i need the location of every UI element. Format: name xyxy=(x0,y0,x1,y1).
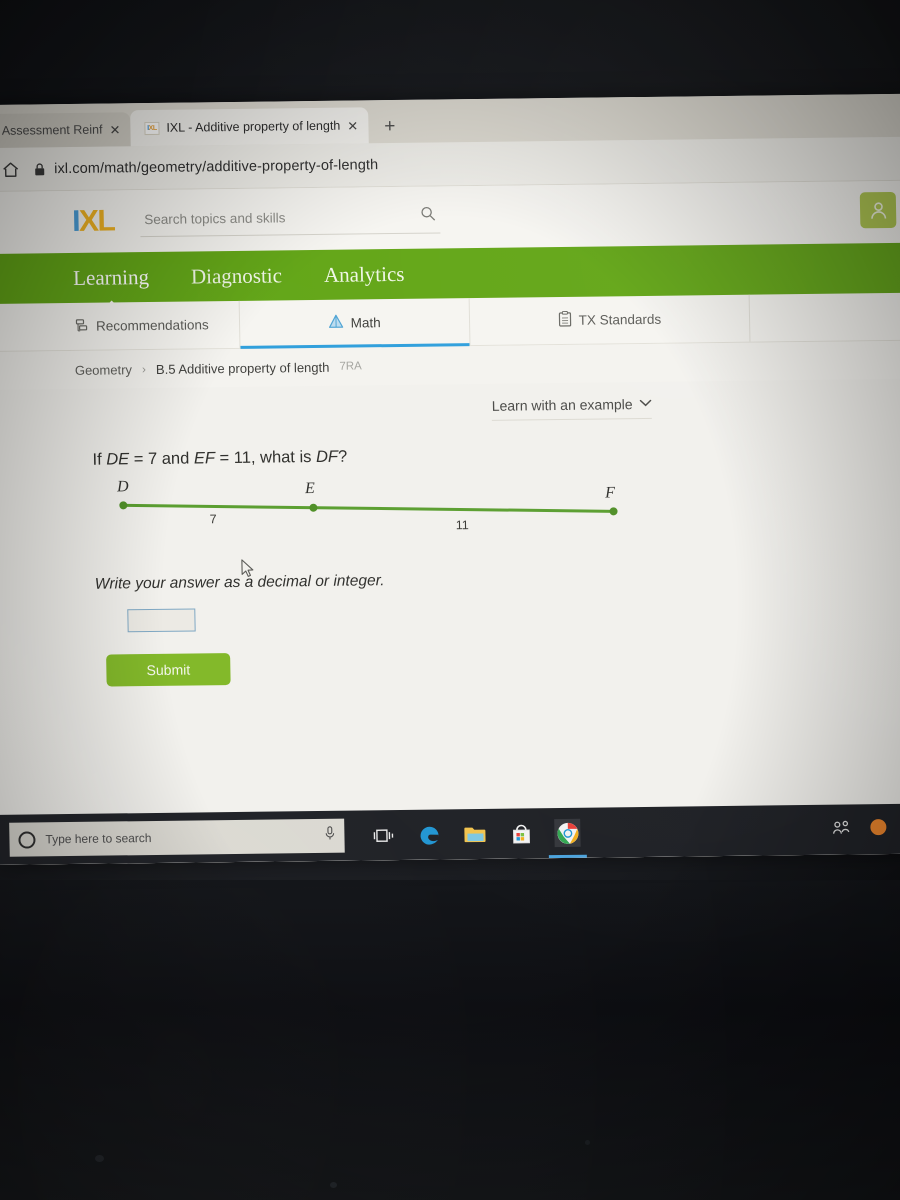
taskbar-pinned-icons xyxy=(370,818,581,850)
chevron-right-icon: › xyxy=(141,362,147,377)
edge-browser-icon[interactable] xyxy=(416,820,443,848)
tab-title: ks Assessment Reinf xyxy=(0,122,103,138)
photo-of-monitor: ks Assessment Reinf ✕ IXL IXL - Additive… xyxy=(0,0,900,1200)
subnav-label: Math xyxy=(350,315,381,331)
orange-status-icon[interactable] xyxy=(869,818,887,841)
point-e-dot xyxy=(309,503,318,512)
subnav-item-math[interactable]: Math xyxy=(239,298,471,348)
point-d-dot xyxy=(119,501,128,510)
desk-surface xyxy=(0,880,900,1200)
ixl-favicon-icon: I XL xyxy=(144,121,160,135)
windows-taskbar: Type here to search xyxy=(0,803,900,865)
search-icon[interactable] xyxy=(420,206,436,227)
lock-icon xyxy=(34,162,45,176)
question-prefix: If xyxy=(92,450,107,469)
address-bar[interactable]: ixl.com/math/geometry/additive-property-… xyxy=(34,157,378,177)
cortana-circle-icon xyxy=(18,830,36,849)
question-var-de: DE xyxy=(106,450,130,469)
ixl-logo[interactable]: IXL xyxy=(72,204,115,238)
address-bar-url: ixl.com/math/geometry/additive-property-… xyxy=(54,156,379,177)
chevron-down-icon xyxy=(639,398,652,410)
microphone-icon[interactable] xyxy=(324,826,335,846)
people-icon[interactable] xyxy=(831,819,851,840)
ixl-header: IXL Search topics and skills xyxy=(0,180,900,254)
browser-tab-active[interactable]: I XL IXL - Additive property of length ✕ xyxy=(130,107,369,147)
question-mid2: = 11, what is xyxy=(214,447,317,468)
answer-input[interactable] xyxy=(127,608,196,633)
breadcrumb-skill-code: 7RA xyxy=(339,360,362,373)
segment-length-ef: 11 xyxy=(456,518,469,532)
learn-with-example-toggle[interactable]: Learn with an example xyxy=(491,395,652,421)
point-f-dot xyxy=(609,507,618,516)
answer-instruction: Write your answer as a decimal or intege… xyxy=(94,572,385,593)
breadcrumb-skill: B.5 Additive property of length xyxy=(155,359,330,377)
subnav-label: Recommendations xyxy=(95,317,209,334)
question-var-df: DF xyxy=(315,447,339,466)
task-view-icon[interactable] xyxy=(370,821,397,849)
home-icon[interactable] xyxy=(1,160,20,178)
tab-close-icon[interactable]: ✕ xyxy=(109,122,120,137)
system-tray: S xyxy=(831,817,900,841)
clipboard-icon xyxy=(557,311,571,330)
taskbar-search-placeholder: Type here to search xyxy=(45,831,152,847)
nav-item-diagnostic[interactable]: Diagnostic xyxy=(191,263,282,289)
chrome-browser-icon[interactable] xyxy=(554,818,581,848)
microsoft-store-icon[interactable] xyxy=(508,819,535,847)
subnav-label: TX Standards xyxy=(578,311,662,328)
subnav-item-recommendations[interactable]: Recommendations xyxy=(0,300,241,351)
point-label-d: D xyxy=(116,478,129,495)
submit-button[interactable]: Submit xyxy=(106,653,231,687)
learn-with-example-label: Learn with an example xyxy=(491,396,633,414)
search-placeholder: Search topics and skills xyxy=(144,210,286,228)
file-explorer-icon[interactable] xyxy=(462,820,489,848)
subnav-item-tx-standards[interactable]: TX Standards xyxy=(469,294,751,346)
tab-close-icon[interactable]: ✕ xyxy=(347,118,358,133)
nav-item-learning[interactable]: Learning xyxy=(73,265,149,291)
search-input[interactable]: Search topics and skills xyxy=(140,201,441,238)
ixl-logo-xl: XL xyxy=(78,204,115,238)
tab-title: IXL - Additive property of length xyxy=(166,118,341,135)
recommendations-icon xyxy=(74,317,89,335)
nav-item-analytics[interactable]: Analytics xyxy=(324,261,405,287)
question-mid1: = 7 and xyxy=(129,449,195,469)
question-prompt: If DE = 7 and EF = 11, what is DF? xyxy=(92,441,882,470)
browser-tab-inactive[interactable]: ks Assessment Reinf ✕ xyxy=(0,112,131,149)
point-label-f: F xyxy=(604,484,615,501)
breadcrumb-subject[interactable]: Geometry xyxy=(75,362,132,378)
segment-diagram: D E F 7 11 xyxy=(113,477,634,545)
monitor-screen: ks Assessment Reinf ✕ IXL IXL - Additive… xyxy=(0,93,900,865)
segment-line xyxy=(121,503,616,513)
math-pyramid-icon xyxy=(327,314,343,333)
question-area: Learn with an example If DE = 7 and EF =… xyxy=(0,378,900,865)
user-avatar-icon[interactable] xyxy=(859,191,897,229)
point-label-e: E xyxy=(304,480,315,497)
question-suffix: ? xyxy=(337,447,348,466)
segment-length-de: 7 xyxy=(210,512,217,526)
question-var-ef: EF xyxy=(193,449,216,468)
new-tab-button[interactable]: + xyxy=(384,116,395,137)
ixl-page: IXL Search topics and skills Learning Di… xyxy=(0,180,900,865)
taskbar-search-input[interactable]: Type here to search xyxy=(9,818,345,857)
